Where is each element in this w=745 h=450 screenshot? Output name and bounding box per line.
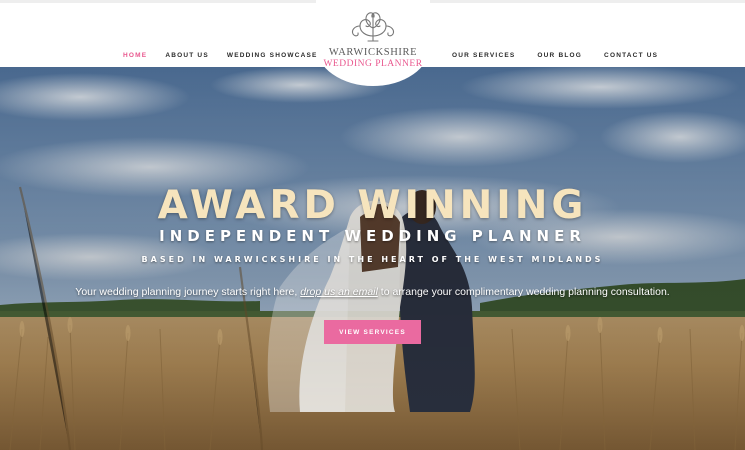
nav-link-our-services[interactable]: OUR SERVICES: [452, 52, 515, 59]
hero-subheadline: INDEPENDENT WEDDING PLANNER: [159, 227, 586, 245]
intro-text-after-link: to arrange your complimentary wedding pl…: [380, 286, 670, 298]
logo-text-warwickshire: WARWICKSHIRE: [328, 47, 418, 58]
view-services-button[interactable]: VIEW SERVICES: [324, 320, 421, 344]
nav-link-home[interactable]: HOME: [123, 52, 147, 59]
nav-left-group: HOME ABOUT US WEDDING SHOWCASE: [123, 52, 318, 59]
nav-link-contact-us[interactable]: CONTACT US: [604, 52, 658, 59]
nav-link-about-us[interactable]: ABOUT US: [165, 52, 209, 59]
hero-headline: AWARD WINNING: [157, 183, 588, 228]
hero-intro-text: Your wedding planning journey starts rig…: [0, 286, 745, 298]
nav-link-wedding-showcase[interactable]: WEDDING SHOWCASE: [227, 52, 318, 59]
hero-banner: AWARD WINNING INDEPENDENT WEDDING PLANNE…: [0, 67, 745, 450]
ornamental-scroll-icon: [351, 12, 395, 42]
nav-link-our-blog[interactable]: OUR BLOG: [537, 52, 582, 59]
hero-tagline: BASED IN WARWICKSHIRE IN THE HEART OF TH…: [141, 255, 604, 264]
logo-text-wedding-planner: WEDDING PLANNER: [323, 59, 423, 69]
site-logo[interactable]: WARWICKSHIRE WEDDING PLANNER: [316, 0, 430, 86]
intro-text-before-link: Your wedding planning journey starts rig…: [75, 286, 298, 298]
nav-right-group: OUR SERVICES OUR BLOG CONTACT US: [452, 52, 680, 59]
email-us-link[interactable]: drop us an email: [300, 286, 378, 298]
